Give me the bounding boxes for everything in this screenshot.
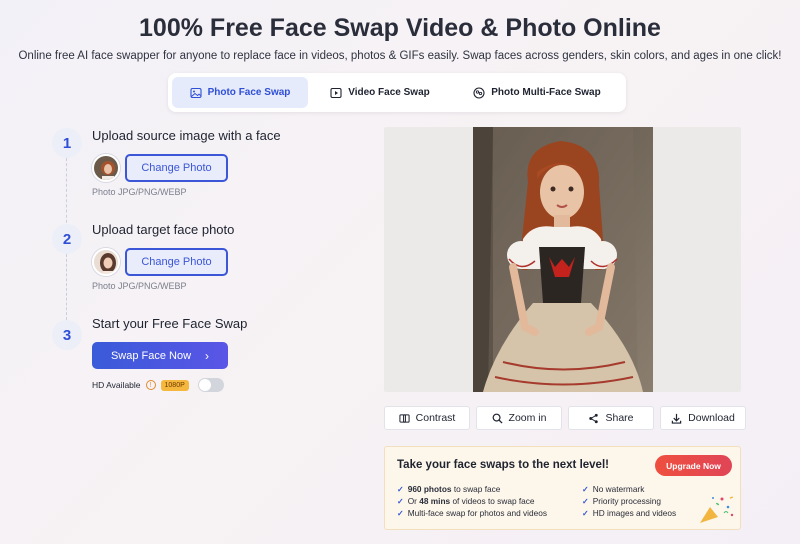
info-icon[interactable]: ! [145,380,156,390]
swap-button-label: Swap Face Now [110,349,192,362]
step-title-2: Upload target face photo [92,222,235,237]
feature-text: No watermark [592,484,645,494]
feature-text: Or [407,496,420,506]
feature-text: of videos to swap face [450,496,535,506]
download-icon [671,413,682,424]
confetti-icon [700,496,734,523]
target-avatar[interactable] [92,248,120,276]
step-title-3: Start your Free Face Swap [92,316,248,331]
chevron-right-icon: › [205,348,210,363]
video-icon [330,87,342,98]
step-title-1: Upload source image with a face [92,128,281,143]
check-icon: ✓ [397,496,404,506]
hd-option-row: HD Available ! 1080P [92,378,224,392]
check-icon: ✓ [397,484,404,494]
source-avatar[interactable] [92,154,120,182]
step-number-1: 1 [52,128,82,158]
zoom-in-label: Zoom in [508,412,547,424]
upgrade-now-button[interactable]: Upgrade Now [655,455,732,476]
swap-face-now-button[interactable]: Swap Face Now › [92,342,228,369]
tab-photo-face-swap[interactable]: Photo Face Swap [172,77,308,108]
change-source-photo-button[interactable]: Change Photo [125,154,228,182]
feature-text: Multi-face swap for photos and videos [407,508,547,518]
result-preview [384,127,741,392]
feature-text: to swap face [451,484,501,494]
feature-bold: 960 photos [407,484,452,494]
contrast-label: Contrast [415,412,456,424]
feature-bold: 48 mins [419,496,451,506]
image-icon [190,87,202,98]
feature-item: ✓ Or 48 mins of videos to swap face [397,496,535,506]
page-title: 100% Free Face Swap Video & Photo Online [139,14,661,42]
step-number-2: 2 [52,224,82,254]
download-label: Download [688,412,735,424]
tab-label: Photo Multi-Face Swap [491,87,601,98]
change-target-photo-button[interactable]: Change Photo [125,248,228,276]
contrast-button[interactable]: Contrast [384,406,470,430]
tab-label: Photo Face Swap [207,87,291,98]
resolution-badge: 1080P [160,379,189,391]
check-icon: ✓ [582,484,589,494]
target-format-hint: Photo JPG/PNG/WEBP [92,281,187,291]
share-label: Share [605,412,634,424]
hd-label: HD Available [92,380,141,390]
hd-toggle[interactable] [197,378,224,392]
contrast-icon [399,413,410,423]
multi-face-icon [473,86,485,99]
tab-video-face-swap[interactable]: Video Face Swap [308,77,452,108]
source-format-hint: Photo JPG/PNG/WEBP [92,187,187,197]
promo-title: Take your face swaps to the next level! [397,459,609,471]
zoom-in-button[interactable]: Zoom in [476,406,562,430]
preview-actions: Contrast Zoom in Share Download [384,406,746,430]
feature-item: ✓ No watermark [582,484,644,494]
result-image [473,127,653,392]
download-button[interactable]: Download [660,406,746,430]
feature-item: ✓ Priority processing [582,496,661,506]
feature-item: ✓ HD images and videos [582,508,676,518]
share-icon [589,413,599,423]
feature-text: Priority processing [592,496,661,506]
share-button[interactable]: Share [568,406,654,430]
tab-label: Video Face Swap [348,87,430,98]
step-connector [66,254,67,320]
mode-tabs: Photo Face Swap Video Face Swap Photo Mu… [168,73,626,112]
feature-item: ✓ 960 photos to swap face [397,484,500,494]
feature-text: HD images and videos [592,508,677,518]
tab-photo-multi-face-swap[interactable]: Photo Multi-Face Swap [452,77,622,108]
upgrade-promo: Take your face swaps to the next level! … [384,446,741,530]
check-icon: ✓ [582,508,589,518]
check-icon: ✓ [397,508,404,518]
step-number-3: 3 [52,320,82,350]
step-connector [66,158,67,228]
feature-item: ✓ Multi-face swap for photos and videos [397,508,547,518]
search-icon [492,413,503,424]
page-subtitle: Online free AI face swapper for anyone t… [18,50,782,62]
check-icon: ✓ [582,496,589,506]
